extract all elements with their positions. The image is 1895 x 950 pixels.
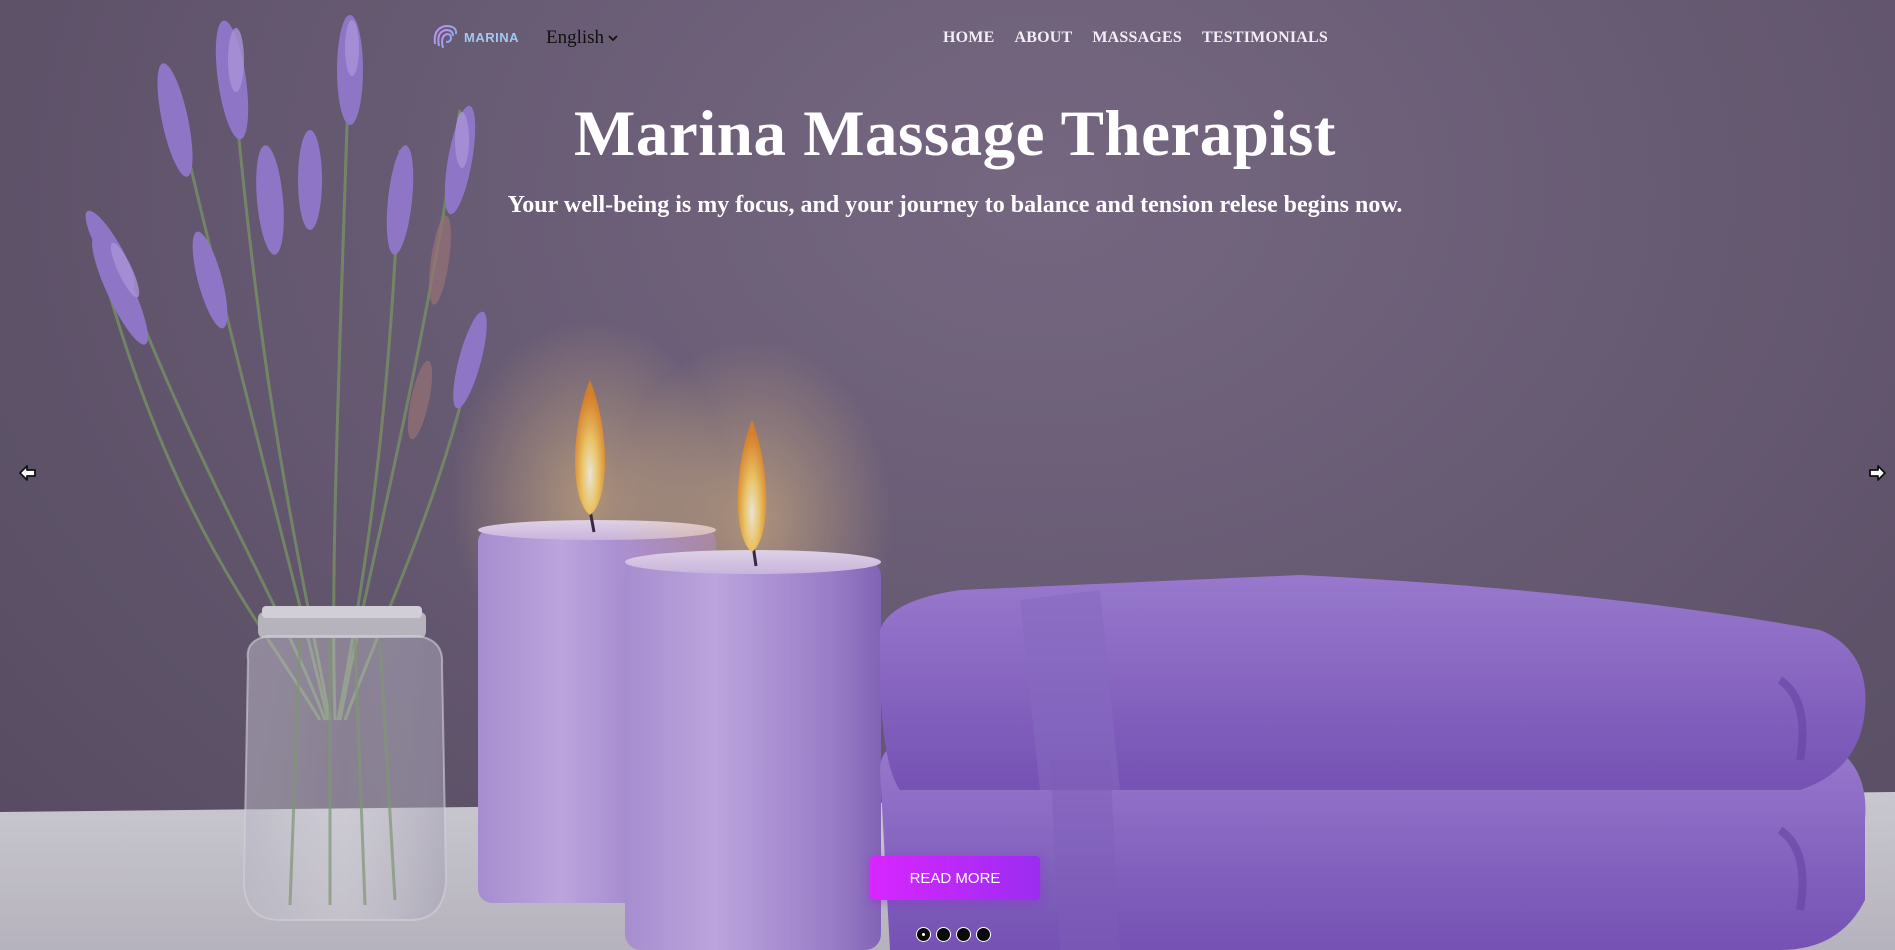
carousel-dot-1[interactable] <box>916 927 931 942</box>
carousel-dot-3[interactable] <box>956 927 971 942</box>
arrow-right-icon[interactable] <box>1866 462 1888 484</box>
nav-massages[interactable]: MASSAGES <box>1092 29 1182 47</box>
language-selected: English <box>546 27 605 48</box>
hero-title: Marina Massage Therapist <box>574 98 1336 170</box>
brand-logo[interactable]: MARINA <box>430 22 519 52</box>
carousel-indicators <box>916 927 991 942</box>
read-more-button[interactable]: READ MORE <box>870 856 1040 900</box>
hero-subtitle: Your well-being is my focus, and your jo… <box>507 192 1403 218</box>
carousel-dot-2[interactable] <box>936 927 951 942</box>
nav-home[interactable]: HOME <box>943 29 994 47</box>
carousel-dot-4[interactable] <box>976 927 991 942</box>
language-selector[interactable]: English <box>546 27 618 49</box>
chevron-down-icon <box>608 34 618 41</box>
nav-about[interactable]: ABOUT <box>1014 29 1072 47</box>
logo-text: MARINA <box>464 29 519 45</box>
main-nav: HOME ABOUT MASSAGES TESTIMONIALS <box>943 29 1328 47</box>
arrow-left-icon[interactable] <box>17 462 39 484</box>
logo-swirl-icon <box>433 24 458 49</box>
nav-testimonials[interactable]: TESTIMONIALS <box>1202 29 1328 47</box>
